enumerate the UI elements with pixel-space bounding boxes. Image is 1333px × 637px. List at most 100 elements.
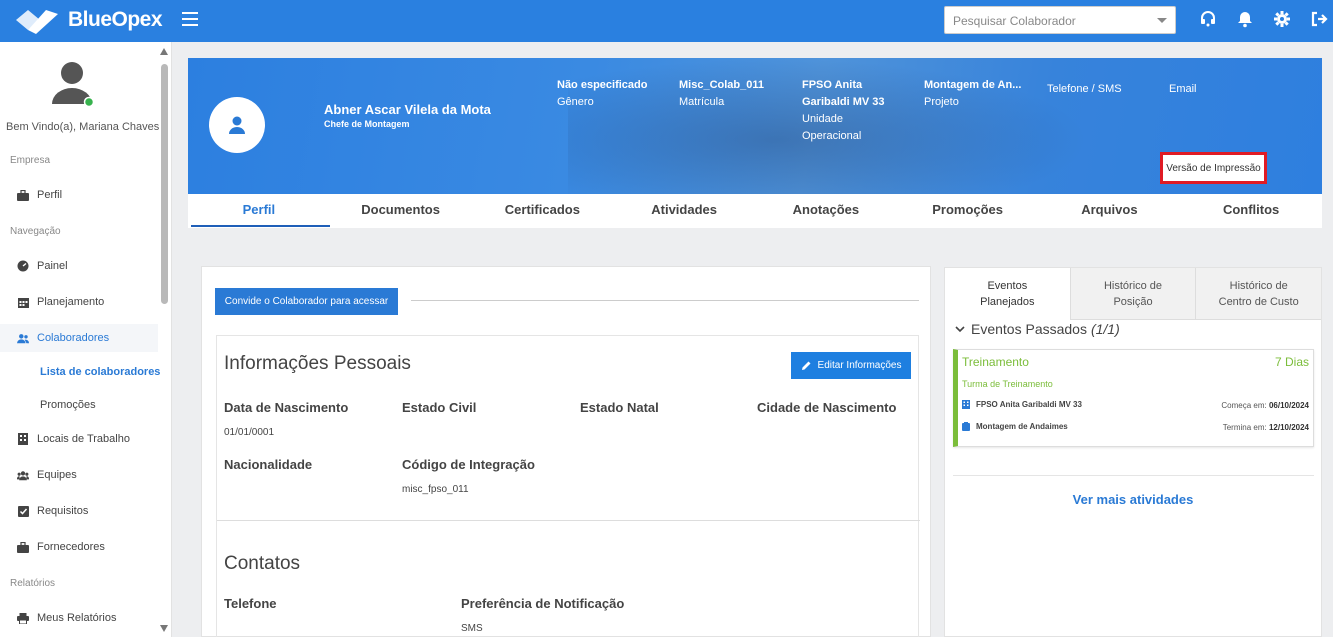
field-label-telefone: Telefone [224, 596, 277, 611]
event-project: Montagem de Andaimes [962, 422, 1068, 431]
edit-info-button[interactable]: Editar Informações [791, 352, 911, 379]
past-events-toggle[interactable]: Eventos Passados (1/1) [955, 321, 1120, 337]
sidebar-item-locais[interactable]: Locais de Trabalho [0, 425, 158, 453]
past-events-count: (1/1) [1090, 321, 1120, 337]
info-email: Email [1169, 81, 1197, 98]
projeto-label: Projeto [924, 96, 959, 108]
sidebar-scrollbar[interactable] [158, 46, 170, 636]
pencil-icon [801, 361, 811, 370]
tab-label: Centro de Custo [1218, 296, 1299, 308]
past-events-title: Eventos Passados [971, 321, 1087, 337]
gear-icon[interactable] [1273, 10, 1291, 28]
sidebar-item-planejamento[interactable]: Planejamento [0, 288, 158, 316]
users-icon [17, 332, 29, 344]
profile-role: Chefe de Montagem [324, 119, 410, 129]
personal-info-title: Informações Pessoais [224, 353, 411, 374]
tab-promocoes[interactable]: Promoções [897, 194, 1039, 228]
field-value-preferencia: SMS [461, 623, 483, 634]
tab-anotacoes[interactable]: Anotações [755, 194, 897, 228]
sidebar-subitem-lista-colaboradores[interactable]: Lista de colaboradores [40, 366, 160, 378]
personal-info-card: Informações Pessoais Editar Informações … [216, 335, 920, 637]
sidebar-item-label: Requisitos [37, 505, 89, 517]
sidebar-item-fornecedores[interactable]: Fornecedores [0, 533, 158, 561]
sidebar-item-label: Meus Relatórios [37, 612, 117, 624]
tab-documentos[interactable]: Documentos [330, 194, 472, 228]
tab-eventos-planejados[interactable]: Eventos Planejados [945, 268, 1070, 320]
menu-icon[interactable] [182, 12, 198, 26]
event-end: Termina em: 12/10/2024 [1223, 423, 1309, 432]
tab-label: Histórico de [1229, 280, 1288, 292]
more-activities-link[interactable]: Ver mais atividades [945, 492, 1321, 507]
info-genero: Não especificado Gênero [557, 77, 647, 111]
profile-banner: Abner Ascar Vilela da Mota Chefe de Mont… [188, 58, 1322, 194]
sidebar-item-label: Equipes [37, 469, 77, 481]
unidade-value: FPSO Anita [802, 79, 863, 91]
tab-label: Eventos [987, 280, 1028, 292]
sidebar-item-label: Colaboradores [37, 332, 110, 344]
section-label-navegacao: Navegação [10, 226, 61, 237]
event-project-text: Montagem de Andaimes [976, 422, 1068, 431]
sidebar-item-painel[interactable]: Painel [0, 252, 158, 280]
tab-historico-posicao[interactable]: Histórico de Posição [1069, 268, 1196, 320]
event-start: Começa em: 06/10/2024 [1221, 401, 1309, 410]
event-end-date: 12/10/2024 [1268, 423, 1309, 432]
user-avatar-icon[interactable] [52, 60, 95, 108]
tab-historico-centro-custo[interactable]: Histórico de Centro de Custo [1195, 268, 1322, 320]
logout-icon[interactable] [1310, 10, 1328, 28]
field-label-nacionalidade: Nacionalidade [224, 457, 313, 472]
field-label-nascimento: Data de Nascimento [224, 400, 349, 415]
chevron-down-icon [1157, 18, 1167, 23]
bell-icon[interactable] [1236, 10, 1254, 28]
sidebar-item-label: Perfil [37, 189, 63, 201]
events-tabs: Eventos Planejados Histórico de Posição … [945, 268, 1322, 320]
checkbox-icon [17, 505, 29, 517]
sidebar-item-perfil[interactable]: Perfil [0, 181, 158, 209]
tab-arquivos[interactable]: Arquivos [1039, 194, 1181, 228]
sidebar-item-requisitos[interactable]: Requisitos [0, 497, 158, 525]
profile-main-card: Convide o Colaborador para acessar Infor… [201, 266, 931, 637]
app-logo[interactable]: BlueOpex [16, 6, 163, 34]
contacts-title: Contatos [224, 553, 301, 574]
tab-atividades[interactable]: Atividades [613, 194, 755, 228]
scroll-down-arrow-icon[interactable] [160, 625, 168, 632]
info-projeto: Montagem de An... Projeto [924, 77, 1021, 111]
briefcase-icon [17, 541, 29, 553]
unidade-value: Garibaldi MV 33 [802, 96, 885, 108]
event-duration: 7 Dias [1274, 355, 1309, 369]
collaborator-search-select[interactable]: Pesquisar Colaborador [944, 6, 1176, 34]
team-icon [17, 469, 29, 481]
event-start-label: Começa em: [1221, 401, 1267, 410]
user-icon [229, 116, 245, 134]
scroll-thumb[interactable] [161, 64, 168, 304]
telefone-label: Telefone / SMS [1047, 83, 1122, 95]
event-subtitle: Turma de Treinamento [962, 379, 1053, 389]
tab-certificados[interactable]: Certificados [472, 194, 614, 228]
invite-collaborator-button[interactable]: Convide o Colaborador para acessar [215, 288, 398, 315]
sidebar-item-label: Planejamento [37, 296, 105, 308]
event-location-text: FPSO Anita Garibaldi MV 33 [976, 400, 1082, 409]
tab-label: Posição [1113, 296, 1153, 308]
sidebar-item-meus-relatorios[interactable]: Meus Relatórios [0, 604, 158, 632]
unidade-label: Unidade [802, 113, 843, 125]
sidebar-item-colaboradores[interactable]: Colaboradores [0, 324, 158, 352]
headset-icon[interactable] [1199, 10, 1217, 28]
divider [217, 520, 920, 521]
projeto-value: Montagem de An... [924, 79, 1022, 91]
sidebar-item-equipes[interactable]: Equipes [0, 461, 158, 489]
top-bar: BlueOpex Pesquisar Colaborador [0, 0, 1333, 42]
welcome-text: Bem Vindo(a), Mariana Chaves [6, 121, 160, 133]
sidebar-subitem-promocoes[interactable]: Promoções [40, 399, 96, 411]
sidebar-item-label: Painel [37, 260, 68, 272]
print-version-button[interactable]: Versão de Impressão [1160, 152, 1267, 184]
event-card[interactable]: Treinamento 7 Dias Turma de Treinamento … [953, 349, 1314, 447]
field-label-integracao: Código de Integração [402, 457, 535, 472]
calendar-icon [17, 296, 29, 308]
tab-perfil[interactable]: Perfil [188, 194, 330, 228]
divider [953, 475, 1314, 476]
scroll-up-arrow-icon[interactable] [160, 48, 168, 55]
section-label-empresa: Empresa [10, 155, 51, 166]
event-start-date: 06/10/2024 [1268, 401, 1309, 410]
tab-conflitos[interactable]: Conflitos [1180, 194, 1322, 228]
email-label: Email [1169, 83, 1197, 95]
field-value-nascimento: 01/01/0001 [224, 427, 275, 438]
